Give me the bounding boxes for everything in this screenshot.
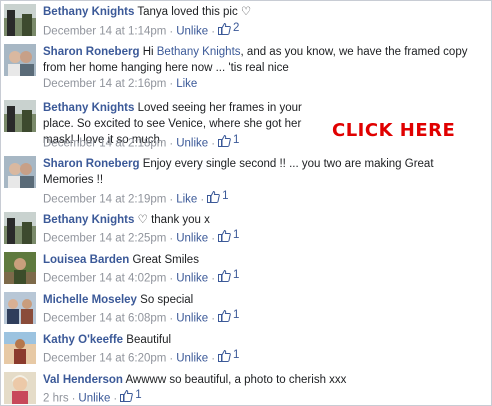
like-toggle-button[interactable]: Unlike	[176, 313, 208, 325]
avatar[interactable]	[4, 156, 36, 188]
like-toggle-button[interactable]: Like	[176, 194, 197, 206]
comment-item: Sharon Roneberg Hi Bethany Knights, and …	[1, 41, 491, 97]
like-toggle-button[interactable]: Unlike	[176, 233, 208, 245]
like-count[interactable]: 1	[207, 189, 229, 203]
comment-text-prefix: Hi	[142, 46, 154, 58]
comment-meta: December 14 at 6:08pm · Unlike · 1	[43, 308, 240, 325]
thumbs-up-icon	[218, 309, 231, 322]
like-count-value: 1	[233, 349, 240, 361]
comment-text: Great Smiles	[132, 254, 199, 266]
click-here-overlay[interactable]: CLICK HERE	[332, 120, 455, 141]
like-count[interactable]: 1	[218, 308, 239, 322]
comment-item: Kathy O'keeffe Beautiful December 14 at …	[1, 329, 491, 369]
like-toggle-button[interactable]: Unlike	[176, 138, 208, 150]
thumbs-up-icon	[218, 269, 231, 282]
comment-item: Bethany Knights Tanya loved this pic ♡ D…	[1, 1, 491, 41]
avatar[interactable]	[4, 252, 36, 284]
like-toggle-button[interactable]: Like	[176, 78, 197, 90]
avatar[interactable]	[4, 44, 36, 76]
comment-author[interactable]: Sharon Roneberg	[43, 46, 139, 58]
comment-timestamp[interactable]: December 14 at 1:14pm	[43, 26, 166, 38]
comment-timestamp[interactable]: December 14 at 2:25pm	[43, 233, 166, 245]
comment-item: Val Henderson Awwww so beautiful, a phot…	[1, 369, 491, 405]
comment-meta: December 14 at 1:14pm · Unlike · 2	[43, 21, 240, 38]
comment-text: Awwww so beautiful, a photo to cherish x…	[125, 374, 347, 386]
thumbs-up-icon	[120, 389, 134, 402]
comment-meta: December 14 at 4:02pm · Unlike · 1	[43, 268, 240, 285]
like-count-value: 1	[233, 229, 240, 241]
comment-timestamp[interactable]: December 14 at 2:19pm	[43, 194, 166, 206]
avatar[interactable]	[4, 4, 36, 36]
like-toggle-button[interactable]: Unlike	[78, 393, 110, 405]
like-toggle-button[interactable]: Unlike	[176, 26, 208, 38]
like-count[interactable]: 1	[218, 268, 239, 282]
comment-timestamp[interactable]: December 14 at 2:16pm	[43, 78, 166, 90]
comment-meta: December 14 at 2:18pm · Unlike · 1	[43, 133, 240, 150]
comment-item: Michelle Moseley So special December 14 …	[1, 289, 491, 329]
comment-author[interactable]: Kathy O'keeffe	[43, 334, 123, 346]
comment-meta: December 14 at 2:16pm · Like	[43, 78, 198, 90]
comment-item: Louisea Barden Great Smiles December 14 …	[1, 249, 491, 289]
like-count-value: 1	[233, 309, 240, 321]
comment-meta: December 14 at 2:19pm · Like · 1	[43, 189, 229, 206]
comment-body: Bethany Knights Tanya loved this pic ♡	[43, 4, 483, 20]
thumbs-up-icon	[218, 22, 231, 35]
thumbs-up-icon	[218, 134, 231, 147]
like-count[interactable]: 1	[218, 228, 239, 242]
comment-author[interactable]: Bethany Knights	[43, 6, 134, 18]
like-count-value: 1	[135, 389, 142, 401]
comment-timestamp[interactable]: December 14 at 6:20pm	[43, 353, 166, 365]
thumbs-up-icon	[218, 349, 231, 362]
like-count-value: 2	[233, 22, 240, 34]
comment-meta: December 14 at 2:25pm · Unlike · 1	[43, 228, 240, 245]
avatar[interactable]	[4, 292, 36, 324]
comment-meta: December 14 at 6:20pm · Unlike · 1	[43, 348, 240, 365]
like-toggle-button[interactable]: Unlike	[176, 273, 208, 285]
comment-author[interactable]: Louisea Barden	[43, 254, 129, 266]
comment-timestamp[interactable]: 2 hrs	[43, 393, 69, 405]
like-count[interactable]: 2	[218, 21, 239, 35]
comment-author[interactable]: Sharon Roneberg	[43, 158, 139, 170]
comment-author[interactable]: Michelle Moseley	[43, 294, 137, 306]
comment-body: Kathy O'keeffe Beautiful	[43, 332, 483, 348]
comment-timestamp[interactable]: December 14 at 6:08pm	[43, 313, 166, 325]
thumbs-up-icon	[207, 190, 220, 203]
mention-link[interactable]: Bethany Knights	[157, 46, 241, 58]
comment-timestamp[interactable]: December 14 at 2:18pm	[43, 138, 166, 150]
comment-body: Sharon Roneberg Enjoy every single secon…	[43, 156, 483, 188]
thumbs-up-icon	[218, 229, 231, 242]
like-count-value: 1	[222, 190, 229, 202]
comment-item: Sharon Roneberg Enjoy every single secon…	[1, 153, 491, 209]
comment-meta: 2 hrs · Unlike · 1	[43, 388, 142, 405]
comment-body: Louisea Barden Great Smiles	[43, 252, 483, 268]
comments-panel: Bethany Knights Tanya loved this pic ♡ D…	[0, 0, 492, 406]
like-count[interactable]: 1	[218, 348, 239, 362]
comment-body: Bethany Knights ♡ thank you x	[43, 212, 483, 228]
avatar[interactable]	[4, 212, 36, 244]
like-count-value: 1	[233, 134, 240, 146]
comment-text: Beautiful	[126, 334, 172, 346]
avatar[interactable]	[4, 372, 36, 404]
comment-item: Bethany Knights ♡ thank you x December 1…	[1, 209, 491, 249]
comment-body: Val Henderson Awwww so beautiful, a phot…	[43, 372, 483, 388]
comment-body: Michelle Moseley So special	[43, 292, 483, 308]
like-count[interactable]: 1	[120, 388, 142, 402]
comment-timestamp[interactable]: December 14 at 4:02pm	[43, 273, 166, 285]
comment-text: So special	[140, 294, 194, 306]
like-count-value: 1	[233, 269, 240, 281]
comment-author[interactable]: Val Henderson	[43, 374, 123, 386]
avatar[interactable]	[4, 332, 36, 364]
like-toggle-button[interactable]: Unlike	[176, 353, 208, 365]
comment-body: Sharon Roneberg Hi Bethany Knights, and …	[43, 44, 483, 76]
comment-author[interactable]: Bethany Knights	[43, 102, 134, 114]
comment-text: Tanya loved this pic ♡	[137, 6, 252, 18]
comment-text: ♡ thank you x	[137, 214, 210, 226]
comment-author[interactable]: Bethany Knights	[43, 214, 134, 226]
avatar[interactable]	[4, 100, 36, 132]
like-count[interactable]: 1	[218, 133, 239, 147]
